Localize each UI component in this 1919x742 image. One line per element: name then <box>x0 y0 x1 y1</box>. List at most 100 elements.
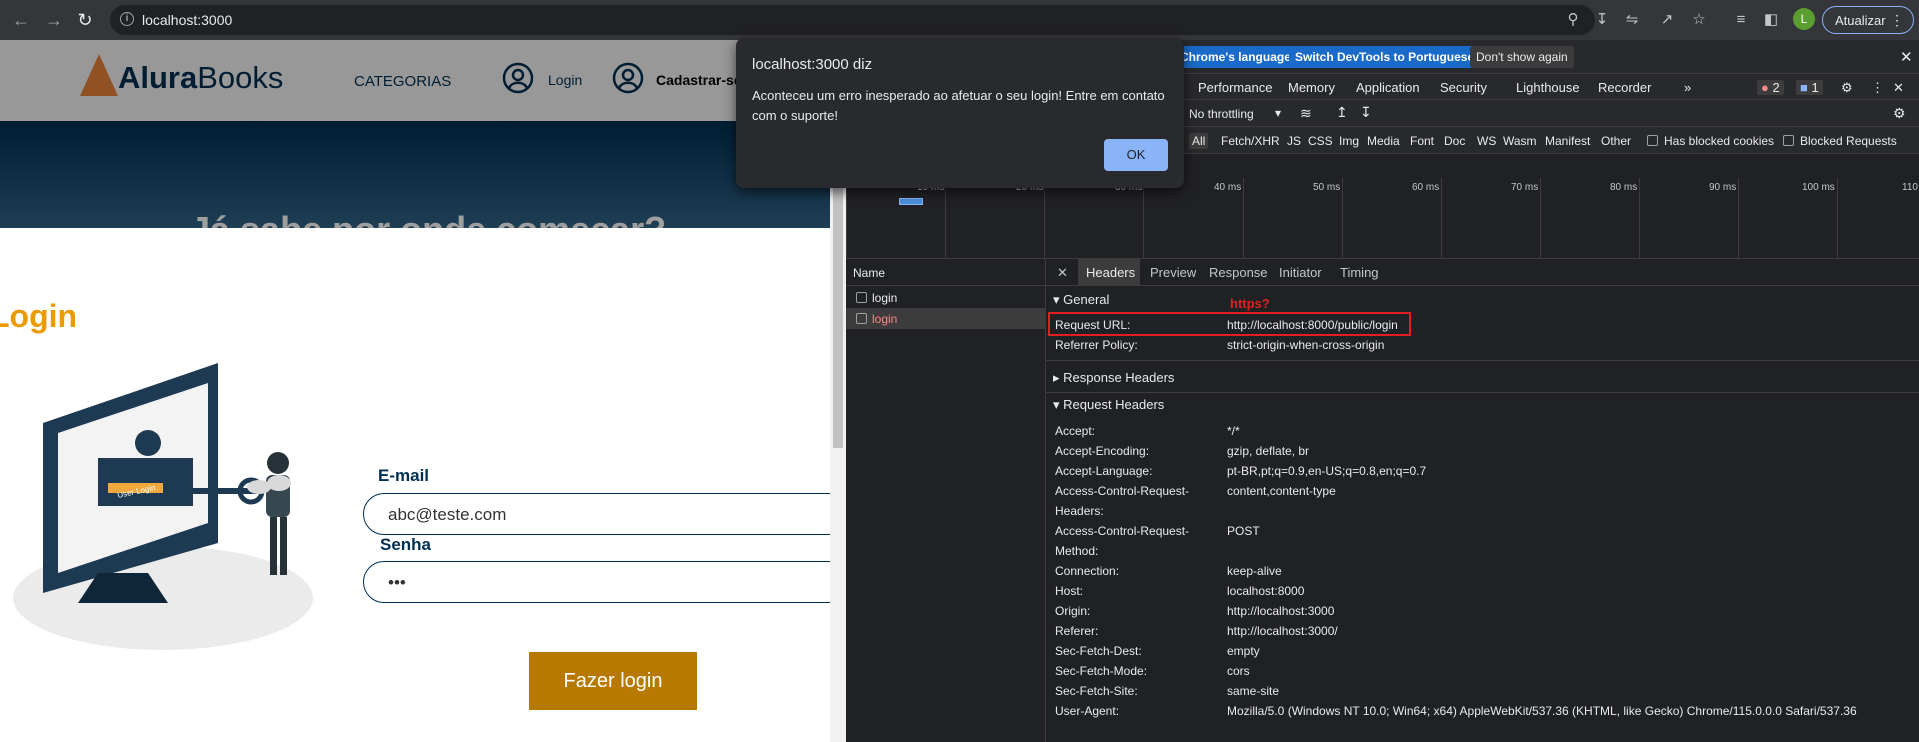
timeline-request-bar[interactable] <box>899 198 923 205</box>
tab-memory[interactable]: Memory <box>1288 80 1335 95</box>
filter-ws[interactable]: WS <box>1477 134 1496 148</box>
request-list <box>846 259 1046 742</box>
request-headers-toggle[interactable]: ▾ Request Headers <box>1053 397 1164 413</box>
filter-font[interactable]: Font <box>1410 134 1434 148</box>
bookmark-star-icon[interactable]: ☆ <box>1688 9 1710 31</box>
tab-recorder[interactable]: Recorder <box>1598 80 1651 95</box>
share-icon[interactable]: ↗ <box>1656 9 1678 31</box>
reading-list-icon[interactable]: ≡ <box>1730 9 1752 31</box>
install-app-icon[interactable]: ↧ <box>1591 9 1613 31</box>
timeline-gridline <box>1342 178 1343 259</box>
header-value: localhost:8000 <box>1227 584 1305 598</box>
request-name: login <box>872 312 898 326</box>
blocked-cookies-checkbox[interactable] <box>1647 135 1658 146</box>
switch-language-button[interactable]: Switch DevTools to Portuguese <box>1289 46 1481 68</box>
tab-application[interactable]: Application <box>1356 80 1420 95</box>
settings-gear-icon[interactable]: ⚙ <box>1841 80 1853 96</box>
forward-arrow-icon[interactable]: → <box>43 9 65 31</box>
import-har-icon[interactable]: ↥ <box>1336 104 1348 121</box>
header-value: empty <box>1227 644 1260 658</box>
header-value: pt-BR,pt;q=0.9,en-US;q=0.8,en;q=0.7 <box>1227 464 1427 478</box>
header-key: Sec-Fetch-Mode: <box>1055 664 1148 678</box>
key-icon[interactable]: ⚲ <box>1562 9 1584 31</box>
back-arrow-icon[interactable]: ← <box>10 9 32 31</box>
header-key: Referer: <box>1055 624 1099 638</box>
header-value: */* <box>1227 424 1240 438</box>
header-key: Method: <box>1055 544 1099 558</box>
login-modal: User Login E-mail abc@teste.com Senha ••… <box>0 228 846 742</box>
tab-performance[interactable]: Performance <box>1198 80 1272 95</box>
filter-media[interactable]: Media <box>1367 134 1400 148</box>
error-count-badge[interactable]: ● 2 <box>1757 80 1784 95</box>
login-button[interactable]: Fazer login <box>529 652 697 710</box>
address-bar[interactable]: i localhost:3000 <box>110 5 1595 35</box>
filter-doc[interactable]: Doc <box>1444 134 1465 148</box>
filter-other[interactable]: Other <box>1601 134 1631 148</box>
address-bar-url[interactable]: localhost:3000 <box>142 12 232 28</box>
timeline-tick-label: 80 ms <box>1610 182 1638 193</box>
tab-preview[interactable]: Preview <box>1150 265 1196 280</box>
match-chrome-language-button[interactable]: Chrome's language <box>1174 46 1297 68</box>
header-key: Request URL: <box>1055 318 1131 332</box>
timeline-tick-label: 70 ms <box>1511 182 1539 193</box>
filter-all[interactable]: All <box>1189 133 1209 149</box>
timeline-tick-label: 100 ms <box>1802 182 1835 193</box>
message-count-badge[interactable]: ■ 1 <box>1796 80 1823 95</box>
network-timeline[interactable] <box>846 178 1919 259</box>
tab-initiator[interactable]: Initiator <box>1279 265 1322 280</box>
header-key: User-Agent: <box>1055 704 1120 718</box>
filter-manifest[interactable]: Manifest <box>1545 134 1590 148</box>
reload-icon[interactable]: ↻ <box>74 9 96 31</box>
response-headers-toggle[interactable]: ▸ Response Headers <box>1053 370 1174 386</box>
tab-headers[interactable]: Headers <box>1086 265 1135 280</box>
chevron-down-icon[interactable]: ▾ <box>1275 106 1281 120</box>
side-panel-icon[interactable]: ◧ <box>1760 9 1782 31</box>
close-detail-icon[interactable]: ✕ <box>1057 265 1068 281</box>
general-section-toggle[interactable]: ▾ General <box>1053 292 1109 308</box>
translate-icon[interactable]: ⇋ <box>1621 9 1643 31</box>
site-info-icon[interactable]: i <box>120 12 134 26</box>
timeline-tick-label: 40 ms <box>1214 182 1242 193</box>
throttling-select[interactable]: No throttling <box>1189 107 1254 121</box>
header-value: keep-alive <box>1227 564 1282 578</box>
password-field[interactable]: ••• <box>363 561 846 603</box>
more-vert-icon[interactable]: ⋮ <box>1890 12 1904 29</box>
tab-response[interactable]: Response <box>1209 265 1268 280</box>
profile-avatar[interactable]: L <box>1793 8 1815 30</box>
header-key: Referrer Policy: <box>1055 338 1138 352</box>
tab-security[interactable]: Security <box>1440 80 1487 95</box>
more-vert-icon[interactable]: ⋮ <box>1871 80 1884 96</box>
name-column-header[interactable]: Name <box>853 266 885 280</box>
update-button[interactable]: Atualizar ⋮ <box>1822 6 1914 34</box>
section-divider <box>1046 360 1919 361</box>
timeline-tick-label: 50 ms <box>1313 182 1341 193</box>
timeline-gridline <box>1044 178 1045 259</box>
network-conditions-icon[interactable]: ≋ <box>1300 105 1312 122</box>
request-checkbox[interactable] <box>856 313 867 324</box>
filter-wasm[interactable]: Wasm <box>1503 134 1537 148</box>
more-tabs-icon[interactable]: » <box>1684 80 1691 95</box>
browser-toolbar: ← → ↻ i localhost:3000 ⚲ ↧ ⇋ ↗ ☆ ≡ ◧ L A… <box>0 0 1919 40</box>
filter-img[interactable]: Img <box>1339 134 1359 148</box>
email-label: E-mail <box>378 466 430 485</box>
tab-timing[interactable]: Timing <box>1340 265 1379 280</box>
filter-css[interactable]: CSS <box>1308 134 1333 148</box>
blocked-requests-checkbox[interactable] <box>1783 135 1794 146</box>
header-value: cors <box>1227 664 1250 678</box>
close-icon[interactable]: ✕ <box>1900 48 1913 66</box>
filter-js[interactable]: JS <box>1287 134 1301 148</box>
request-row[interactable]: login <box>846 308 1046 329</box>
export-har-icon[interactable]: ↧ <box>1360 104 1372 121</box>
tab-lighthouse[interactable]: Lighthouse <box>1516 80 1580 95</box>
filter-fetch-xhr[interactable]: Fetch/XHR <box>1221 134 1280 148</box>
email-field[interactable]: abc@teste.com <box>363 493 846 535</box>
network-settings-icon[interactable]: ⚙ <box>1893 105 1906 122</box>
timeline-tick-label: 110 <box>1902 182 1918 193</box>
header-value: POST <box>1227 524 1260 538</box>
close-devtools-icon[interactable]: ✕ <box>1893 80 1904 96</box>
request-checkbox[interactable] <box>856 292 867 303</box>
dont-show-again-button[interactable]: Don't show again <box>1470 46 1574 68</box>
ok-button[interactable]: OK <box>1104 139 1168 171</box>
request-row[interactable]: login <box>846 287 1046 308</box>
alert-dialog: localhost:3000 diz Aconteceu um erro ine… <box>736 38 1184 188</box>
